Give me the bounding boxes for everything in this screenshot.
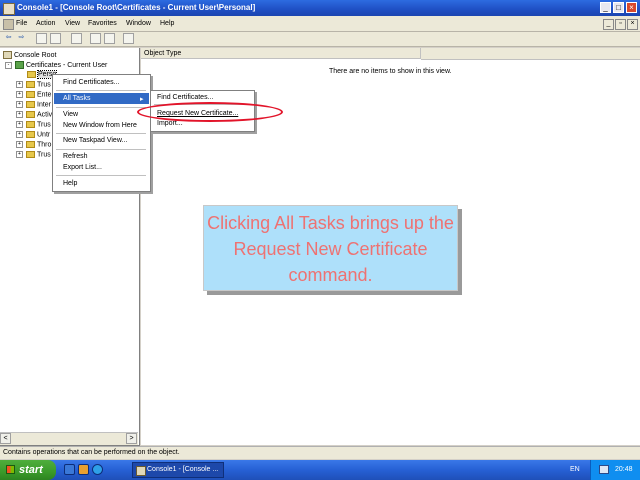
tree-item-third-party[interactable]: + Thro	[16, 141, 51, 148]
empty-view-message: There are no items to show in this view.	[329, 68, 452, 75]
tree-horizontal-scrollbar[interactable]: < >	[0, 432, 138, 445]
folder-icon	[26, 111, 35, 118]
ctx-refresh[interactable]: Refresh	[63, 153, 88, 160]
tree-item-untrusted[interactable]: + Untr	[16, 131, 50, 138]
menu-window[interactable]: Window	[126, 20, 151, 27]
context-menu: Find Certificates... All Tasks ▸ View Ne…	[52, 74, 151, 192]
menu-bar: File Action View Favorites Window Help _…	[0, 16, 640, 32]
tree-item-certificates[interactable]: - Certificates - Current User	[5, 61, 107, 69]
ctx-separator	[56, 175, 146, 176]
refresh-icon[interactable]	[90, 33, 101, 44]
folder-icon	[26, 101, 35, 108]
expand-icon[interactable]: +	[16, 111, 23, 118]
copy-icon[interactable]	[71, 33, 82, 44]
highlight-ring	[137, 102, 283, 122]
tree-item-trusted-root[interactable]: + Trus	[16, 81, 51, 88]
expand-icon[interactable]: +	[16, 81, 23, 88]
tree-item-trusted-publishers[interactable]: + Trus	[16, 121, 51, 128]
close-button[interactable]: ×	[626, 2, 637, 13]
ctx-separator	[56, 149, 146, 150]
expand-icon[interactable]: +	[16, 121, 23, 128]
title-bar: Console1 - [Console Root\Certificates - …	[0, 0, 640, 16]
quick-launch-media-icon[interactable]	[78, 464, 89, 475]
menu-action[interactable]: Action	[36, 20, 55, 27]
tree-item-trusted-people[interactable]: + Trus	[16, 151, 51, 158]
status-bar: Contains operations that can be performe…	[0, 446, 640, 459]
console-root-icon	[3, 51, 12, 59]
ctx-separator	[56, 133, 146, 134]
quick-launch-desktop-icon[interactable]	[64, 464, 75, 475]
tree-item-active-directory[interactable]: + Activ	[16, 111, 52, 118]
system-tray: 20:48	[590, 460, 640, 480]
show-hide-tree-icon[interactable]	[36, 33, 47, 44]
child-restore-button[interactable]: ▫	[615, 19, 626, 30]
language-indicator[interactable]: EN	[570, 466, 580, 473]
up-one-level-icon[interactable]	[50, 33, 61, 44]
expand-icon[interactable]: +	[16, 131, 23, 138]
child-window-icon[interactable]	[3, 19, 14, 30]
folder-icon	[26, 141, 35, 148]
ctx-find-certificates[interactable]: Find Certificates...	[63, 79, 119, 86]
tree-item-intermediate[interactable]: + Inter	[16, 101, 51, 108]
ctx-help[interactable]: Help	[63, 180, 77, 187]
scroll-right-button[interactable]: >	[126, 433, 137, 444]
help-icon[interactable]	[123, 33, 134, 44]
ctx-new-taskpad-view[interactable]: New Taskpad View...	[63, 137, 127, 144]
expand-icon[interactable]: +	[16, 91, 23, 98]
windows-logo-icon	[6, 465, 15, 474]
folder-icon	[26, 81, 35, 88]
ctx-export-list[interactable]: Export List...	[63, 164, 102, 171]
menu-view[interactable]: View	[65, 20, 80, 27]
submenu-arrow-icon: ▸	[140, 96, 144, 103]
tree-item-console-root[interactable]: Console Root	[3, 51, 56, 59]
menu-file[interactable]: File	[16, 20, 27, 27]
expand-icon[interactable]: +	[16, 141, 23, 148]
taskbar-button-console1[interactable]: Console1 - [Console ...	[132, 462, 224, 478]
submenu-find-certificates[interactable]: Find Certificates...	[157, 94, 213, 101]
menu-favorites[interactable]: Favorites	[88, 20, 117, 27]
folder-icon	[26, 131, 35, 138]
scroll-left-button[interactable]: <	[0, 433, 11, 444]
column-header-blank	[421, 48, 640, 60]
mmc-app-icon[interactable]	[3, 3, 15, 15]
quick-launch-browser-icon[interactable]	[92, 464, 103, 475]
console-task-icon	[136, 466, 146, 476]
folder-icon	[27, 71, 36, 78]
export-list-icon[interactable]	[104, 33, 115, 44]
start-button[interactable]: start	[0, 460, 56, 480]
ctx-new-window[interactable]: New Window from Here	[63, 122, 137, 129]
certificate-icon	[15, 61, 24, 69]
column-header-object-type[interactable]: Object Type	[141, 48, 421, 59]
forward-arrow-icon[interactable]: ⇨	[16, 33, 27, 44]
collapse-icon[interactable]: -	[5, 61, 12, 69]
folder-icon	[26, 151, 35, 158]
child-close-button[interactable]: ×	[627, 19, 638, 30]
back-arrow-icon[interactable]: ⇦	[3, 33, 14, 44]
tree-item-enterprise-trust[interactable]: + Ente	[16, 91, 51, 98]
folder-icon	[26, 91, 35, 98]
tutorial-caption: Clicking All Tasks brings up the Request…	[203, 205, 458, 291]
ctx-separator	[56, 107, 146, 108]
toolbar: ⇦ ⇨	[0, 32, 640, 47]
network-icon[interactable]	[599, 465, 609, 474]
maximize-button[interactable]: □	[613, 2, 624, 13]
window-title: Console1 - [Console Root\Certificates - …	[17, 3, 256, 12]
ctx-all-tasks[interactable]: All Tasks	[63, 95, 91, 102]
ctx-view[interactable]: View	[63, 111, 78, 118]
ctx-separator	[56, 90, 146, 91]
menu-help[interactable]: Help	[160, 20, 174, 27]
expand-icon[interactable]: +	[16, 101, 23, 108]
expand-icon[interactable]: +	[16, 151, 23, 158]
minimize-button[interactable]: _	[600, 2, 611, 13]
folder-icon	[26, 121, 35, 128]
clock[interactable]: 20:48	[615, 466, 633, 473]
child-minimize-button[interactable]: _	[603, 19, 614, 30]
